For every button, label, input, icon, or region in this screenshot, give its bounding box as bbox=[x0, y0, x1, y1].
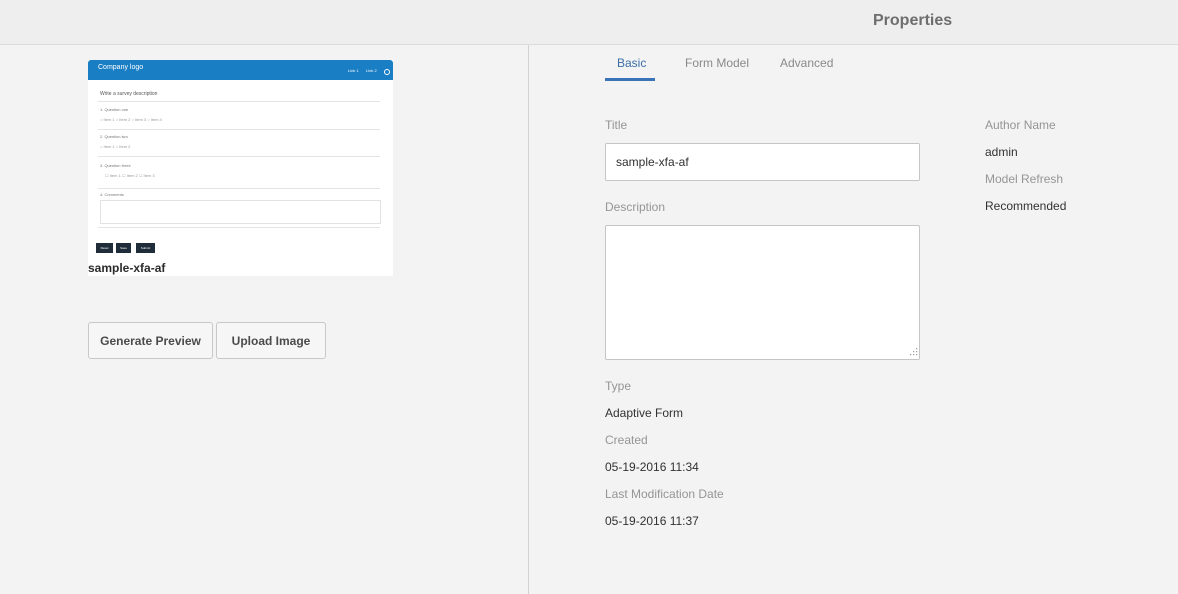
type-label: Type bbox=[605, 379, 632, 393]
author-name-value: admin bbox=[985, 145, 1018, 159]
header-bar: Properties bbox=[0, 0, 1178, 45]
thumbnail-reset-button: Reset bbox=[96, 243, 113, 253]
thumbnail-link-2: Link 2 bbox=[366, 68, 377, 73]
thumbnail-divider bbox=[98, 129, 380, 130]
generate-preview-button[interactable]: Generate Preview bbox=[88, 322, 213, 359]
search-icon bbox=[384, 69, 390, 75]
thumbnail-options: ○ Item 1 ○ Item 2 bbox=[100, 144, 131, 149]
thumbnail-question: 4. Comments bbox=[100, 192, 124, 197]
thumbnail-divider bbox=[98, 156, 380, 157]
modified-label: Last Modification Date bbox=[605, 487, 724, 501]
thumbnail-save-button: Save bbox=[116, 243, 131, 253]
thumbnail-logo-text: Company logo bbox=[98, 64, 144, 71]
thumbnail-link-1: Link 1 bbox=[348, 68, 359, 73]
thumbnail-divider bbox=[98, 188, 380, 189]
author-name-label: Author Name bbox=[985, 118, 1056, 132]
description-textarea[interactable] bbox=[605, 225, 920, 360]
created-value: 05-19-2016 11:34 bbox=[605, 460, 699, 474]
thumbnail-submit-button: Submit bbox=[136, 243, 155, 253]
thumbnail-form-name: sample-xfa-af bbox=[88, 261, 166, 275]
thumbnail-question: 2. Question two bbox=[100, 134, 128, 139]
upload-image-button[interactable]: Upload Image bbox=[216, 322, 326, 359]
description-label: Description bbox=[605, 200, 666, 214]
page-title: Properties bbox=[873, 12, 953, 29]
thumbnail-question: 3. Question three bbox=[100, 163, 131, 168]
tab-basic[interactable]: Basic bbox=[617, 56, 646, 70]
tab-advanced[interactable]: Advanced bbox=[780, 56, 833, 70]
tab-form-model[interactable]: Form Model bbox=[685, 56, 749, 70]
thumbnail-question: 1. Question one bbox=[100, 107, 129, 112]
thumbnail-divider bbox=[98, 101, 380, 102]
model-refresh-label: Model Refresh bbox=[985, 172, 1064, 186]
thumbnail-comments-box bbox=[100, 200, 381, 224]
thumbnail-description: Write a survey description bbox=[100, 91, 158, 97]
thumbnail-header-bar: Company logo Link 1 Link 2 bbox=[88, 60, 393, 80]
title-input[interactable] bbox=[605, 143, 920, 181]
title-label: Title bbox=[605, 118, 628, 132]
thumbnail-options: ○ Item 1 ○ Item 2 ○ Item 3 ○ Item 4 bbox=[100, 117, 162, 122]
thumbnail-options: ☐ Item 1 ☐ Item 2 ☐ Item 3 bbox=[105, 173, 155, 178]
model-refresh-value: Recommended bbox=[985, 199, 1067, 213]
resize-grip-icon[interactable] bbox=[909, 347, 918, 356]
active-tab-indicator bbox=[605, 78, 655, 81]
type-value: Adaptive Form bbox=[605, 406, 684, 420]
form-thumbnail: Company logo Link 1 Link 2 Write a surve… bbox=[88, 60, 393, 276]
modified-value: 05-19-2016 11:37 bbox=[605, 514, 699, 528]
column-divider bbox=[528, 45, 529, 594]
thumbnail-divider bbox=[98, 227, 380, 228]
created-label: Created bbox=[605, 433, 648, 447]
